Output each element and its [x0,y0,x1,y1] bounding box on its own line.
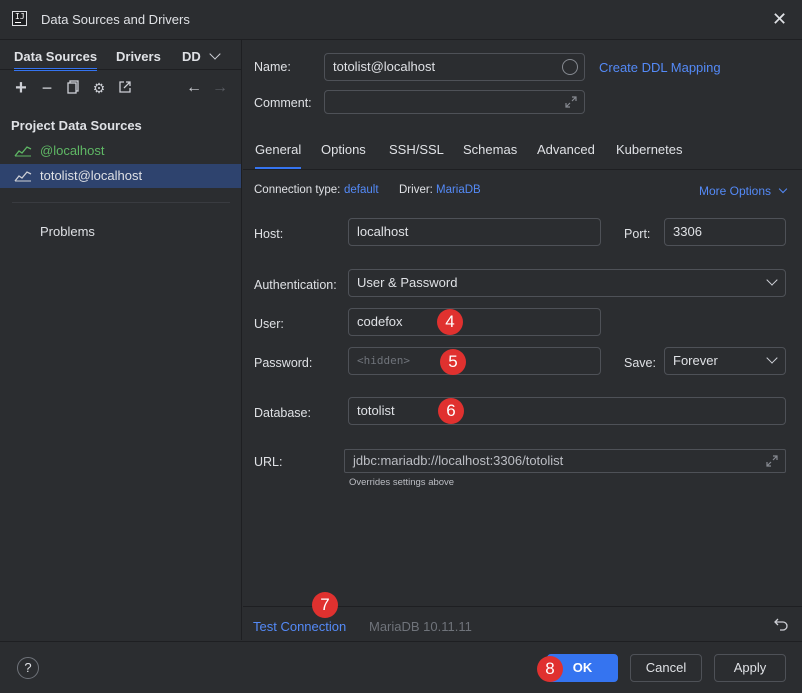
comment-input[interactable] [324,90,585,114]
database-input[interactable]: totolist [348,397,786,425]
step-badge: 8 [537,656,563,682]
help-button[interactable]: ? [17,657,39,679]
revert-icon[interactable] [773,616,789,632]
color-circle-icon[interactable] [562,59,578,75]
more-options-link[interactable]: More Options [699,184,788,198]
password-placeholder: <hidden> [357,354,410,367]
datasource-label: totolist@localhost [40,168,143,183]
chevron-down-icon [766,274,778,286]
connection-type-label: Connection type: [254,184,341,196]
user-label: User: [254,317,284,331]
user-value: codefox [357,314,403,329]
chevron-down-icon [779,184,788,194]
test-connection-link[interactable]: Test Connection [253,619,346,634]
url-input[interactable]: jdbc:mariadb://localhost:3306/totolist [344,449,786,473]
url-hint: Overrides settings above [349,477,455,488]
export-icon[interactable] [117,80,133,96]
window-title: Data Sources and Drivers [41,12,190,27]
authentication-label: Authentication: [254,278,337,292]
driver-label: Driver: [399,184,433,196]
host-value: localhost [357,224,409,239]
chevron-down-icon [766,352,778,364]
authentication-value: User & Password [357,275,458,290]
section-title: Project Data Sources [11,118,142,133]
expand-icon[interactable] [765,454,779,468]
divider [12,202,230,203]
step-badge: 5 [440,349,466,375]
database-label: Database: [254,406,311,420]
settings-icon[interactable]: ⚙ [91,80,107,96]
datasource-totolist[interactable]: totolist@localhost [0,164,241,188]
step-badge: 4 [437,309,463,335]
datasource-localhost[interactable]: @localhost [0,139,241,163]
user-input[interactable]: codefox [348,308,601,336]
tab-underline [243,169,802,170]
driver-value[interactable]: MariaDB [436,184,481,196]
create-ddl-mapping-link[interactable]: Create DDL Mapping [599,60,721,75]
authentication-select[interactable]: User & Password [348,269,786,297]
server-version: MariaDB 10.11.11 [369,619,472,634]
datasource-icon [14,171,32,182]
more-options-label: More Options [699,184,772,198]
comment-label: Comment: [254,96,312,110]
database-value: totolist [357,403,395,418]
tab-advanced[interactable]: Advanced [537,142,595,157]
problems-item[interactable]: Problems [40,224,95,239]
password-input[interactable]: <hidden> [348,347,601,375]
add-icon[interactable]: + [13,78,29,98]
datasource-label: @localhost [40,143,105,158]
connection-type-value[interactable]: default [344,184,379,196]
tab-ddl[interactable]: DD [182,49,201,64]
forward-arrow-icon[interactable]: → [212,80,228,96]
tab-general[interactable]: General [255,142,302,170]
name-input[interactable]: totolist@localhost [324,53,585,81]
step-badge: 7 [312,592,338,618]
datasource-icon [14,146,32,157]
title-bar: IJ Data Sources and Drivers ✕ [0,0,802,40]
host-label: Host: [254,227,284,241]
tab-options[interactable]: Options [321,142,366,157]
apply-button[interactable]: Apply [714,654,786,682]
expand-icon[interactable] [564,95,578,109]
host-input[interactable]: localhost [348,218,601,246]
left-pane: Data Sources Drivers DD + − ⚙ ← → Projec… [0,40,242,640]
save-value: Forever [673,353,718,368]
close-icon[interactable]: ✕ [772,10,787,28]
port-input[interactable]: 3306 [664,218,786,246]
chevron-down-icon[interactable] [209,48,221,60]
port-label: Port: [624,227,651,241]
tab-divider [0,69,241,70]
back-arrow-icon[interactable]: ← [186,80,202,96]
tab-data-sources[interactable]: Data Sources [14,49,98,71]
app-icon: IJ [12,11,27,26]
save-select[interactable]: Forever [664,347,786,375]
step-badge: 6 [438,398,464,424]
tab-ssh-ssl[interactable]: SSH/SSL [389,142,444,157]
tab-kubernetes[interactable]: Kubernetes [616,142,683,157]
name-value: totolist@localhost [333,59,436,74]
url-value: jdbc:mariadb://localhost:3306/totolist [353,453,564,468]
password-label: Password: [254,356,313,370]
remove-icon[interactable]: − [39,79,55,97]
url-label: URL: [254,455,283,469]
copy-icon[interactable] [65,80,81,96]
save-label: Save: [624,356,656,370]
port-value: 3306 [673,224,702,239]
tab-drivers[interactable]: Drivers [116,49,161,64]
name-label: Name: [254,60,291,74]
tab-schemas[interactable]: Schemas [463,142,517,157]
cancel-button[interactable]: Cancel [630,654,702,682]
